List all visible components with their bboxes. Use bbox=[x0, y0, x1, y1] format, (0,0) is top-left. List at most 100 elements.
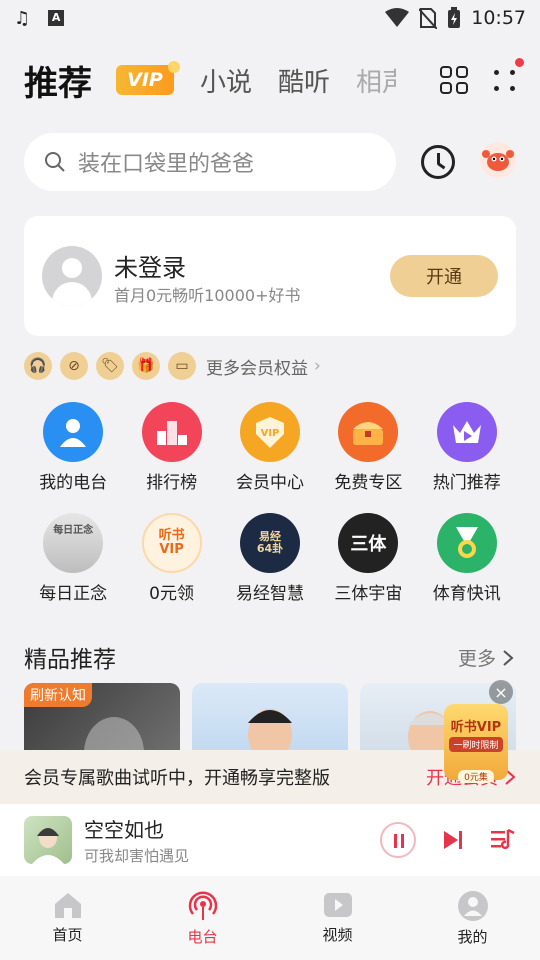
grid-item-free-zone[interactable]: 免费专区 bbox=[319, 402, 417, 493]
tag-icon: 🏷 bbox=[96, 352, 124, 380]
playlist-icon[interactable] bbox=[490, 828, 516, 852]
recommend-cards: 刷新认知 bbox=[24, 683, 516, 753]
portrait-image bbox=[84, 717, 144, 753]
grid-item-charts[interactable]: 排行榜 bbox=[122, 402, 220, 493]
login-promo-text: 首月0元畅听10000+好书 bbox=[114, 286, 301, 305]
tab-kuting[interactable]: 酷听 bbox=[278, 62, 330, 99]
mascot-avatar-icon[interactable] bbox=[480, 142, 516, 178]
grid-item-hot-picks[interactable]: 热门推荐 bbox=[418, 402, 516, 493]
grid-label: 免费专区 bbox=[334, 473, 403, 493]
search-icon bbox=[45, 152, 65, 172]
grid-label: 0元领 bbox=[149, 584, 194, 604]
nav-video[interactable]: 视频 bbox=[270, 876, 405, 960]
promo-price: 0元集 bbox=[458, 770, 494, 783]
mini-player[interactable]: 空空如也 可我却害怕遇见 bbox=[0, 804, 540, 876]
yijing-cover-icon: 易经 64卦 bbox=[239, 513, 300, 573]
notice-text: 会员专属歌曲试听中，开通畅享完整版 bbox=[24, 768, 330, 789]
chevron-right-icon bbox=[503, 649, 514, 666]
grid-label: 会员中心 bbox=[235, 473, 304, 493]
nav-label: 我的 bbox=[457, 928, 488, 946]
nav-radio[interactable]: 电台 bbox=[135, 876, 270, 960]
cover-text: 易经 64卦 bbox=[256, 529, 284, 555]
more-label: 更多 bbox=[457, 648, 496, 670]
more-menu-icon[interactable] bbox=[492, 58, 524, 94]
clock-time: 10:57 bbox=[471, 7, 526, 29]
login-card[interactable]: 未登录 首月0元畅听10000+好书 开通 bbox=[24, 216, 516, 336]
vip-shield-icon: VIP bbox=[239, 402, 300, 462]
no-ads-icon: ⊘ bbox=[60, 352, 88, 380]
grid-label: 易经智慧 bbox=[235, 584, 304, 604]
status-bar: ♫ A 10:57 bbox=[0, 0, 540, 36]
grid-label: 体育快讯 bbox=[432, 584, 501, 604]
wifi-icon bbox=[385, 8, 410, 27]
grid-label: 每日正念 bbox=[39, 584, 108, 604]
radio-icon bbox=[188, 891, 217, 920]
cover-text: 每日正念 bbox=[53, 525, 94, 536]
next-track-icon[interactable] bbox=[442, 829, 464, 851]
section-title: 精品推荐 bbox=[24, 647, 116, 673]
three-body-cover-icon: 三体 bbox=[338, 513, 399, 573]
podium-icon bbox=[141, 402, 202, 462]
floating-vip-promo[interactable]: 听书VIP 一刷时限制 0元集 bbox=[444, 704, 508, 783]
chevron-right-icon: › bbox=[314, 356, 321, 376]
login-status: 未登录 bbox=[114, 254, 186, 282]
promo-title: 听书VIP bbox=[450, 720, 502, 735]
vip-badge[interactable]: VIP bbox=[116, 61, 180, 95]
home-icon bbox=[54, 893, 81, 918]
grid-item-my-radio[interactable]: 我的电台 bbox=[24, 402, 122, 493]
song-subtitle: 可我却害怕遇见 bbox=[84, 847, 190, 865]
album-cover[interactable] bbox=[24, 816, 72, 864]
song-title: 空空如也 bbox=[84, 818, 164, 842]
promo-sub: 一刷时限制 bbox=[449, 737, 503, 752]
feature-grid: 我的电台 排行榜 VIP 会员中心 免费专区 热门推荐 每日正念 每日正念 听书… bbox=[24, 402, 516, 604]
tab-crosstalk[interactable]: 相声 bbox=[356, 62, 396, 99]
grid-label: 三体宇宙 bbox=[334, 584, 403, 604]
gift-icon: 🎁 bbox=[132, 352, 160, 380]
profile-icon bbox=[457, 891, 488, 921]
grid-item-free-claim[interactable]: 听书 VIP 0元领 bbox=[122, 513, 220, 604]
more-benefits-label: 更多会员权益 bbox=[206, 358, 308, 379]
open-membership-button[interactable]: 开通 bbox=[390, 255, 498, 297]
nav-profile[interactable]: 我的 bbox=[405, 876, 540, 960]
grid-item-yijing[interactable]: 易经 64卦 易经智慧 bbox=[221, 513, 319, 604]
crown-play-icon bbox=[436, 402, 497, 462]
app-notification-icon: A bbox=[48, 10, 65, 26]
tab-novel[interactable]: 小说 bbox=[200, 62, 252, 99]
category-grid-icon[interactable] bbox=[440, 66, 468, 94]
video-icon bbox=[323, 893, 352, 917]
nav-home[interactable]: 首页 bbox=[0, 876, 135, 960]
default-avatar-icon bbox=[42, 246, 102, 306]
search-placeholder: 装在口袋里的爸爸 bbox=[78, 152, 255, 177]
grid-label: 排行榜 bbox=[146, 473, 198, 493]
top-tab-bar: 推荐 VIP 小说 酷听 相声 bbox=[24, 52, 524, 108]
recommend-card[interactable] bbox=[192, 683, 348, 753]
close-icon[interactable]: × bbox=[489, 680, 513, 704]
no-sim-icon bbox=[419, 8, 438, 29]
history-clock-icon[interactable] bbox=[421, 145, 455, 179]
medal-icon bbox=[436, 513, 497, 573]
bottom-navigation: 首页 电台 视频 我的 bbox=[0, 876, 540, 960]
grid-item-sports-news[interactable]: 体育快讯 bbox=[418, 513, 516, 604]
headphones-icon: 🎧 bbox=[24, 352, 52, 380]
tab-recommend[interactable]: 推荐 bbox=[24, 56, 92, 105]
person-icon bbox=[43, 402, 104, 462]
audiobook-vip-icon: 听书 VIP bbox=[141, 513, 202, 573]
grid-item-vip-center[interactable]: VIP 会员中心 bbox=[221, 402, 319, 493]
search-bar[interactable]: 装在口袋里的爸爸 bbox=[24, 133, 396, 191]
ticket-icon: ▭ bbox=[168, 352, 196, 380]
member-benefits-row[interactable]: 🎧 ⊘ 🏷 🎁 ▭ 更多会员权益 › bbox=[24, 350, 321, 382]
nav-label: 首页 bbox=[52, 926, 83, 944]
notification-dot bbox=[515, 58, 524, 67]
grid-label: 热门推荐 bbox=[432, 473, 501, 493]
grid-label: 我的电台 bbox=[39, 473, 108, 493]
grid-item-three-body[interactable]: 三体 三体宇宙 bbox=[319, 513, 417, 604]
more-benefits-link[interactable]: 更多会员权益 › bbox=[206, 354, 321, 379]
pause-button[interactable] bbox=[380, 822, 416, 858]
grid-item-daily-mindfulness[interactable]: 每日正念 每日正念 bbox=[24, 513, 122, 604]
treasure-chest-icon bbox=[338, 402, 399, 462]
section-more-link[interactable]: 更多 bbox=[458, 644, 514, 671]
cover-text: 三体 bbox=[350, 534, 387, 555]
nav-label: 视频 bbox=[322, 926, 353, 944]
music-note-icon: ♫ bbox=[14, 7, 31, 29]
recommend-card[interactable]: 刷新认知 bbox=[24, 683, 180, 753]
